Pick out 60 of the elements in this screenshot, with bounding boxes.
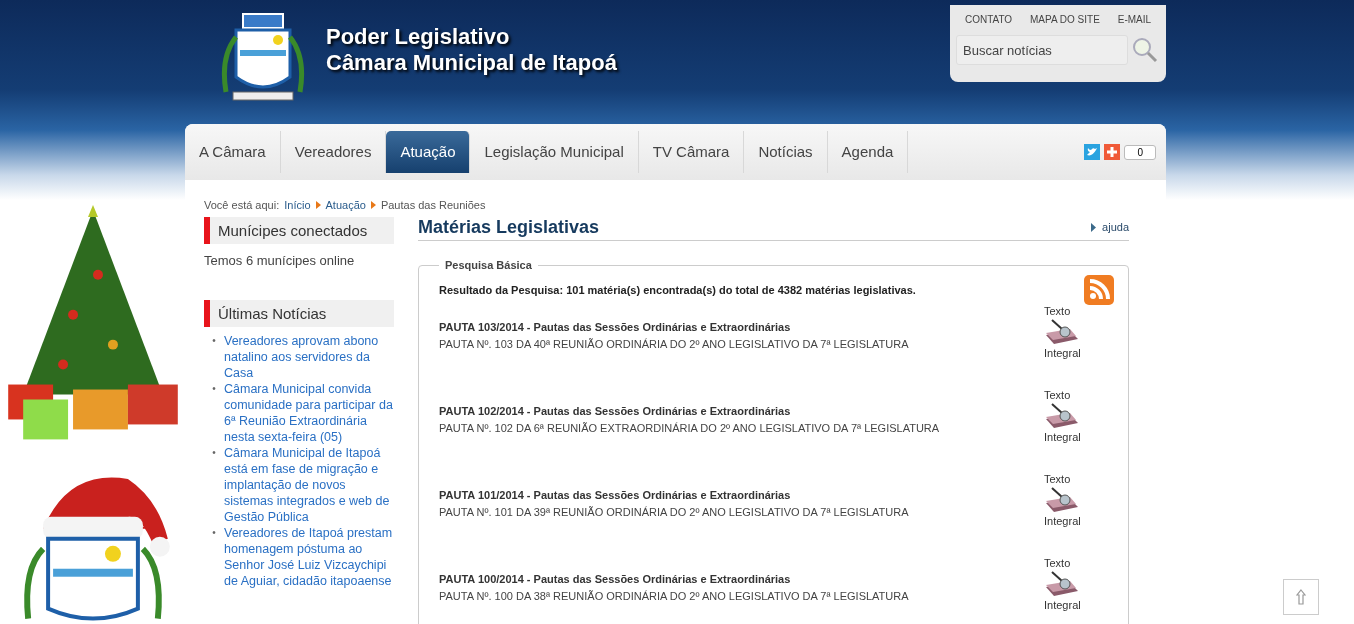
site-subtitle: Câmara Municipal de Itapoá bbox=[326, 50, 618, 76]
share-count: 0 bbox=[1124, 144, 1156, 160]
rss-icon[interactable] bbox=[1084, 275, 1114, 305]
breadcrumb-link[interactable]: Atuação bbox=[325, 199, 366, 211]
page-title: Matérias Legislativas bbox=[418, 217, 600, 238]
book-magnifier-icon[interactable] bbox=[1044, 487, 1080, 513]
nav-tab[interactable]: Atuação bbox=[386, 131, 471, 173]
news-link[interactable]: Câmara Municipal de Itapoá está em fase de migração e implantação de novos sistemas integrados e web de Gestão Pública bbox=[224, 445, 394, 525]
item-description: PAUTA Nº. 102 DA 6ª REUNIÃO EXTRAORDINÁRIA DO 2º ANO LEGISLATIVO DA 7ª LEGISLATURA bbox=[439, 422, 940, 434]
bullet: • bbox=[211, 526, 217, 540]
top-link[interactable]: E-MAIL bbox=[1117, 14, 1152, 25]
arrow-icon bbox=[1091, 222, 1097, 232]
nav-tab[interactable]: Agenda bbox=[827, 131, 909, 173]
breadcrumb-link[interactable]: Pautas das Reuniões bbox=[380, 199, 486, 211]
document-link[interactable]: Integral bbox=[1044, 347, 1081, 359]
document-link[interactable]: Texto bbox=[1044, 305, 1071, 317]
up-arrow-icon bbox=[1296, 589, 1306, 605]
document-link[interactable]: Integral bbox=[1044, 515, 1081, 527]
arrow-icon bbox=[370, 201, 376, 209]
twitter-icon[interactable] bbox=[1084, 144, 1101, 160]
document-link[interactable]: Texto bbox=[1044, 389, 1071, 401]
sidebar-heading: Munícipes conectados bbox=[204, 217, 394, 244]
item-title: PAUTA 102/2014 - Pautas das Sessões Ordinárias e Extraordinárias bbox=[439, 405, 792, 417]
nav-tab[interactable]: Notícias bbox=[744, 131, 828, 173]
bullet: • bbox=[211, 446, 217, 460]
news-link[interactable]: Vereadores aprovam abono natalino aos servidores da Casa bbox=[224, 333, 394, 381]
nav-tab[interactable]: Legislação Municipal bbox=[470, 131, 639, 173]
item-description: PAUTA Nº. 103 DA 40ª REUNIÃO ORDINÁRIA DO 2º ANO LEGISLATIVO DA 7ª LEGISLATURA bbox=[439, 338, 909, 350]
panel-legend: Pesquisa Básica bbox=[439, 259, 538, 271]
document-link[interactable]: Texto bbox=[1044, 473, 1071, 485]
item-description: PAUTA Nº. 101 DA 39ª REUNIÃO ORDINÁRIA DO 2º ANO LEGISLATIVO DA 7ª LEGISLATURA bbox=[439, 506, 909, 518]
breadcrumb-label: Você está aqui: bbox=[204, 199, 280, 211]
book-magnifier-icon[interactable] bbox=[1044, 571, 1080, 597]
breadcrumb-link[interactable]: Início bbox=[284, 199, 311, 211]
nav-tab[interactable]: A Câmara bbox=[185, 131, 281, 173]
top-link[interactable]: CONTATO bbox=[964, 14, 1013, 25]
item-title: PAUTA 100/2014 - Pautas das Sessões Ordinárias e Extraordinárias bbox=[439, 573, 792, 585]
result-summary: Resultado da Pesquisa: 101 matéria(s) encontrada(s) do total de 4382 matérias legislativas. bbox=[439, 284, 916, 296]
document-link[interactable]: Integral bbox=[1044, 431, 1081, 443]
arrow-icon bbox=[315, 201, 321, 209]
item-title: PAUTA 103/2014 - Pautas das Sessões Ordinárias e Extraordinárias bbox=[439, 321, 792, 333]
search-field[interactable]: Buscar notícias bbox=[956, 35, 1128, 65]
news-link[interactable]: Vereadores de Itapoá prestam homenagem póstuma ao Senhor José Luiz Vizcaychipi de Aguiar, cidadão itapoaense bbox=[224, 525, 394, 589]
plus-icon[interactable] bbox=[1104, 144, 1121, 160]
document-link[interactable]: Texto bbox=[1044, 557, 1071, 569]
document-link[interactable]: Integral bbox=[1044, 599, 1081, 611]
news-link[interactable]: Câmara Municipal convida comunidade para participar da 6ª Reunião Extraordinária nesta sexta-feira (05) bbox=[224, 381, 394, 445]
book-magnifier-icon[interactable] bbox=[1044, 403, 1080, 429]
book-magnifier-icon[interactable] bbox=[1044, 319, 1080, 345]
sidebar-heading: Últimas Notícias bbox=[204, 300, 394, 327]
nav-tab[interactable]: TV Câmara bbox=[638, 131, 745, 173]
item-description: PAUTA Nº. 100 DA 38ª REUNIÃO ORDINÁRIA DO 2º ANO LEGISLATIVO DA 7ª LEGISLATURA bbox=[439, 590, 909, 602]
item-title: PAUTA 101/2014 - Pautas das Sessões Ordinárias e Extraordinárias bbox=[439, 489, 792, 501]
help-link[interactable]: ajuda bbox=[1102, 221, 1129, 233]
search-icon[interactable] bbox=[1132, 37, 1158, 63]
bullet: • bbox=[211, 382, 217, 396]
online-count-text: Temos 6 munícipes online bbox=[204, 253, 356, 268]
bullet: • bbox=[211, 334, 217, 348]
site-title: Poder Legislativo bbox=[326, 24, 511, 50]
top-link[interactable]: MAPA DO SITE bbox=[1030, 14, 1100, 25]
